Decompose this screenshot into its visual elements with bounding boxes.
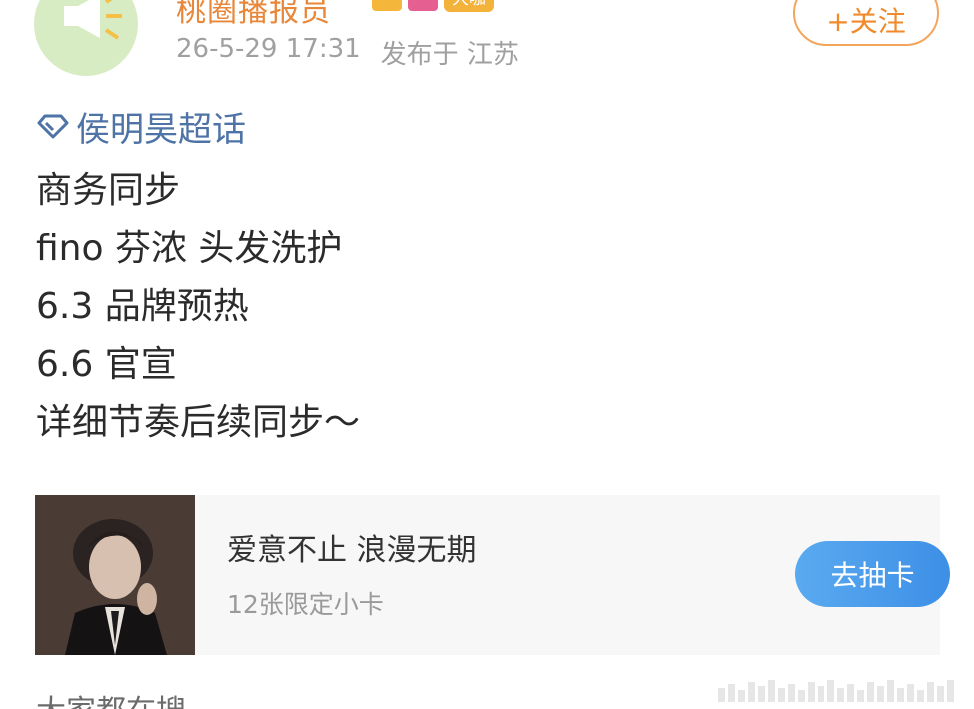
fan-heart-badge-icon[interactable] bbox=[408, 0, 438, 11]
post-line: 6.6 官宣 bbox=[36, 344, 177, 385]
super-topic-link[interactable]: 侯明昊超话 bbox=[36, 104, 246, 150]
card-photo[interactable] bbox=[35, 495, 195, 655]
post-line: 详细节奏后续同步～ bbox=[36, 402, 361, 443]
vip-badge-icon[interactable] bbox=[372, 0, 402, 11]
diamond-icon bbox=[37, 114, 69, 139]
user-avatar[interactable] bbox=[34, 0, 138, 76]
watermark-icon bbox=[718, 674, 954, 702]
post-location: 发布于 江苏 bbox=[380, 40, 519, 70]
portrait-image bbox=[35, 495, 195, 655]
user-badges: 大咖 bbox=[372, 0, 494, 14]
post-line: fino 芬浓 头发洗护 bbox=[36, 228, 343, 269]
draw-card-button[interactable]: 去抽卡 bbox=[795, 541, 950, 607]
trending-search-label: 大家都在搜 bbox=[36, 686, 186, 709]
post-line: 6.3 品牌预热 bbox=[36, 286, 249, 327]
card-title: 爱意不止 浪漫无期 bbox=[227, 533, 477, 568]
super-topic-label: 侯明昊超话 bbox=[76, 109, 246, 150]
card-subtitle: 12张限定小卡 bbox=[227, 590, 384, 619]
post-timestamp: 26-5-29 17:31 bbox=[176, 34, 361, 64]
promo-card[interactable]: 爱意不止 浪漫无期 12张限定小卡 去抽卡 bbox=[35, 495, 950, 655]
post-body: 商务同步 fino 芬浓 头发洗护 6.3 品牌预热 6.6 官宣 详细节奏后续… bbox=[36, 162, 360, 452]
card-texts: 爱意不止 浪漫无期 12张限定小卡 bbox=[227, 529, 477, 621]
follow-button[interactable]: +关注 bbox=[793, 0, 939, 46]
big-v-badge[interactable]: 大咖 bbox=[444, 0, 494, 12]
megaphone-avatar-icon bbox=[64, 0, 122, 40]
post-meta: 26-5-29 17:31 发布于 江苏 bbox=[176, 34, 519, 71]
username[interactable]: 桃圈播报员 bbox=[176, 0, 331, 30]
post-line: 商务同步 bbox=[36, 170, 181, 211]
weibo-post: 桃圈播报员 大咖 26-5-29 17:31 发布于 江苏 +关注 侯明昊超话 … bbox=[0, 0, 974, 709]
